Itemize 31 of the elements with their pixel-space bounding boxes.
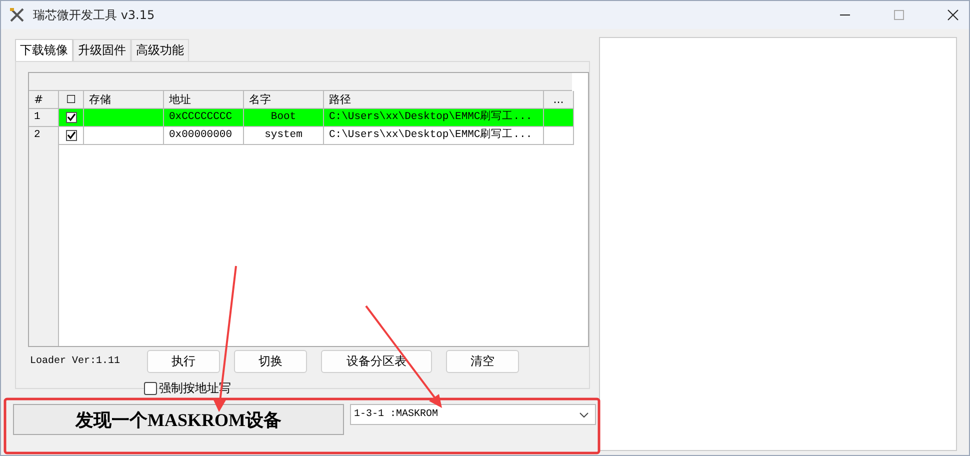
column-header[interactable]: ☐ xyxy=(59,91,84,108)
action-button[interactable]: 清空 xyxy=(446,350,519,372)
tab[interactable]: 升级固件 xyxy=(73,39,131,61)
checkbox[interactable] xyxy=(66,112,76,123)
column-header[interactable]: 地址 xyxy=(164,91,244,108)
table-cell: Boot xyxy=(244,109,324,126)
column-header[interactable]: 路径 xyxy=(324,91,544,108)
tab[interactable]: 高级功能 xyxy=(131,39,189,61)
table-cell: 2 xyxy=(29,127,59,144)
loader-version: Loader Ver:1.11 xyxy=(30,356,122,366)
table-cell: 1 xyxy=(29,109,59,126)
table-cell: system xyxy=(244,127,324,144)
action-button[interactable]: 切换 xyxy=(234,350,307,372)
action-button[interactable]: 执行 xyxy=(147,350,220,372)
window-title: 瑞芯微开发工具 v3.15 xyxy=(33,6,155,24)
table-cell: 0xCCCCCCCC xyxy=(164,109,244,126)
table-cell: 0x00000000 xyxy=(164,127,244,144)
column-header[interactable]: 名字 xyxy=(244,91,324,108)
column-header[interactable]: ... xyxy=(544,91,574,108)
tab[interactable]: 下载镜像 xyxy=(15,39,73,61)
column-header[interactable]: # xyxy=(29,91,59,108)
action-button[interactable]: 设备分区表 xyxy=(321,350,432,372)
status-message: 发现一个MASKROM设备 xyxy=(13,404,344,435)
column-header[interactable]: 存储 xyxy=(84,91,164,108)
checkbox[interactable] xyxy=(66,130,76,141)
close-button[interactable] xyxy=(947,9,959,21)
device-dropdown[interactable]: 1-3-1 :MASKROM xyxy=(350,404,596,425)
tools-icon xyxy=(9,7,25,23)
table-cell: C:\Users\xx\Desktop\EMMC刷写工... xyxy=(324,109,544,126)
table-cell: C:\Users\xx\Desktop\EMMC刷写工... xyxy=(324,127,544,144)
chevron-down-icon xyxy=(579,412,589,418)
